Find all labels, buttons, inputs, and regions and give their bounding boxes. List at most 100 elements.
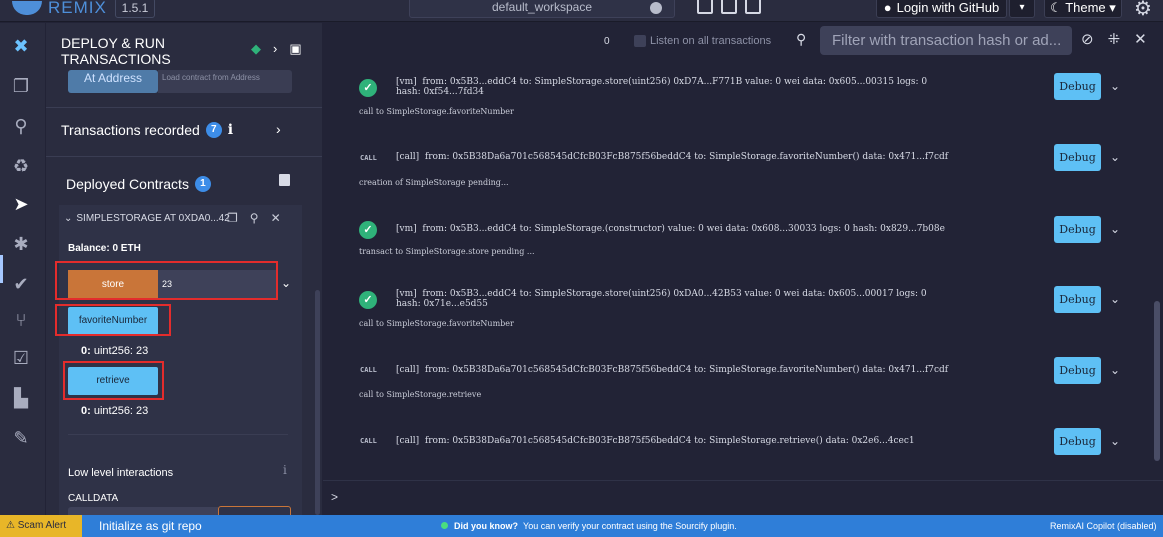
top-bar: REMIX 1.5.1 default_workspace ● Login wi…: [0, 0, 1163, 22]
deploy-run-icon[interactable]: ➤: [10, 193, 32, 215]
trash-icon[interactable]: [279, 174, 290, 186]
info-icon[interactable]: i: [283, 463, 287, 477]
search-icon: ⚲: [796, 31, 807, 47]
compiler-icon[interactable]: ♻: [10, 155, 32, 177]
collapse-icon[interactable]: ⁜: [1108, 30, 1121, 48]
settings-plug-icon[interactable]: ✎: [10, 427, 32, 449]
chevron-down-icon[interactable]: ⌄: [1110, 222, 1120, 236]
layout-bottom-panel-icon[interactable]: [721, 0, 737, 14]
terminal-prompt: >: [331, 490, 339, 504]
deployed-label: Deployed Contracts: [66, 176, 189, 192]
call-tag: CALL: [360, 437, 377, 445]
tip-dot-icon: [441, 522, 448, 529]
debug-button[interactable]: Debug: [1054, 357, 1101, 384]
panel-scrollbar[interactable]: [315, 290, 320, 515]
calldata-label: CALLDATA: [68, 493, 119, 504]
chevron-down-icon[interactable]: ⌄: [1110, 363, 1120, 377]
call-tag: CALL: [360, 366, 377, 374]
log-line: [call] from: 0x5B38Da6a701c568545dCfcB03…: [396, 436, 915, 446]
call-tag: CALL: [360, 154, 377, 162]
debug-button[interactable]: Debug: [1054, 73, 1101, 100]
retrieve-result: 0: uint256: 23: [81, 405, 148, 417]
transact-button[interactable]: Transact: [218, 506, 291, 515]
search-icon[interactable]: ⚲: [10, 115, 32, 137]
remix-ai-icon[interactable]: ✖: [10, 35, 32, 57]
pin-icon[interactable]: ⚲: [250, 211, 259, 225]
moon-icon: ☾: [1050, 0, 1066, 15]
chevron-down-icon[interactable]: ⌄: [1110, 292, 1120, 306]
transaction-filter-input[interactable]: Filter with transaction hash or ad...: [820, 26, 1072, 55]
chevron-right-icon[interactable]: ›: [276, 121, 281, 137]
log-line: [call] from: 0x5B38Da6a701c568545dCfcB03…: [396, 152, 949, 162]
shield-icon[interactable]: ◆: [251, 41, 261, 57]
transactions-recorded[interactable]: Transactions recorded 7 i: [61, 122, 233, 138]
terminal-input[interactable]: >: [323, 480, 1163, 515]
scam-alert-label: Scam Alert: [17, 520, 67, 531]
log-subtext: call to SimpleStorage.favoriteNumber: [359, 319, 514, 328]
close-icon[interactable]: ✕: [271, 211, 281, 225]
chevron-down-icon[interactable]: ⌄: [1110, 79, 1120, 93]
git-icon[interactable]: ⑂: [10, 309, 32, 331]
github-icon: ●: [883, 0, 892, 15]
chevron-down-icon[interactable]: ⌄: [1110, 150, 1120, 164]
panel-header-tools: ◆ › ▣: [251, 41, 302, 57]
workspace-select[interactable]: default_workspace: [409, 0, 675, 18]
contract-name: SIMPLESTORAGE AT 0XDA0...42: [76, 213, 230, 224]
calldata-input[interactable]: [68, 507, 218, 515]
workspace-name: default_workspace: [491, 0, 593, 14]
settings-gear-icon[interactable]: ⚙: [1134, 0, 1152, 21]
success-check-icon: ✓: [359, 79, 377, 97]
debug-button[interactable]: Debug: [1054, 286, 1101, 313]
pin-panel-icon[interactable]: ▣: [289, 41, 301, 57]
terminal-scrollbar[interactable]: [1154, 301, 1160, 461]
debugger-icon[interactable]: ✱: [10, 233, 32, 255]
log-subtext: creation of SimpleStorage pending...: [359, 178, 509, 187]
debug-button[interactable]: Debug: [1054, 216, 1101, 243]
copilot-status[interactable]: RemixAI Copilot (disabled): [1050, 515, 1157, 537]
log-subtext: transact to SimpleStorage.store pending …: [359, 247, 535, 256]
success-check-icon: ✓: [359, 221, 377, 239]
clear-icon[interactable]: ⊘: [1081, 30, 1094, 48]
result-value: uint256: 23: [93, 405, 149, 417]
result-value: uint256: 23: [93, 345, 149, 357]
unit-test-icon[interactable]: ☑: [10, 347, 32, 369]
version-badge: 1.5.1: [115, 0, 155, 18]
debug-button[interactable]: Debug: [1054, 144, 1101, 171]
chevron-right-icon[interactable]: ›: [273, 41, 277, 57]
layout-right-panel-icon[interactable]: [745, 0, 761, 14]
git-init-link[interactable]: Initialize as git repo: [99, 515, 202, 537]
result-key: 0:: [81, 345, 91, 357]
status-bar: ⚠ Scam Alert Initialize as git repo Did …: [0, 515, 1163, 537]
debug-button[interactable]: Debug: [1054, 428, 1101, 455]
file-explorer-icon[interactable]: ❐: [10, 75, 32, 97]
plugin-manager-icon[interactable]: ▙: [10, 387, 32, 409]
chevron-down-icon[interactable]: ⌄: [281, 276, 291, 290]
at-address-input[interactable]: Load contract from Address: [158, 70, 292, 93]
chevron-down-icon: ⌄: [64, 213, 73, 224]
remix-logo[interactable]: REMIX: [12, 0, 107, 16]
login-github-button[interactable]: ● Login with GitHub: [876, 0, 1007, 18]
login-label: Login with GitHub: [896, 0, 1000, 15]
warning-icon: ⚠: [6, 520, 18, 531]
contract-balance: Balance: 0 ETH: [68, 243, 141, 254]
theme-button[interactable]: ☾ Theme ▾: [1044, 0, 1122, 18]
active-indicator: [0, 255, 3, 283]
at-address-button[interactable]: At Address: [68, 70, 158, 93]
log-line: [call] from: 0x5B38Da6a701c568545dCfcB03…: [396, 365, 949, 375]
deploy-run-panel: DEPLOY & RUN TRANSACTIONS ◆ › ▣ At Addre…: [46, 23, 322, 515]
log-line: [vm] from: 0x5B3...eddC4 to: SimpleStora…: [396, 224, 945, 234]
chevron-down-icon[interactable]: ⌄: [1110, 434, 1120, 448]
copy-icon[interactable]: ❐: [227, 211, 238, 225]
close-icon[interactable]: ✕: [1134, 30, 1147, 48]
checkmark-icon[interactable]: ✔: [10, 273, 32, 295]
info-icon[interactable]: i: [228, 122, 233, 138]
contract-instance: ⌄ SIMPLESTORAGE AT 0XDA0...42 ❐ ⚲ ✕ Bala…: [59, 205, 302, 515]
tip-text: You can verify your contract using the S…: [523, 521, 737, 531]
login-menu-button[interactable]: ▾: [1009, 0, 1035, 18]
scam-alert-button[interactable]: ⚠ Scam Alert: [0, 515, 82, 537]
pending-count: 0: [604, 36, 610, 47]
layout-left-panel-icon[interactable]: [697, 0, 713, 14]
listen-checkbox[interactable]: [634, 35, 646, 47]
contract-header[interactable]: ⌄ SIMPLESTORAGE AT 0XDA0...42: [64, 213, 230, 224]
terminal-tools: ⊘ ⁜ ✕: [1081, 30, 1147, 48]
